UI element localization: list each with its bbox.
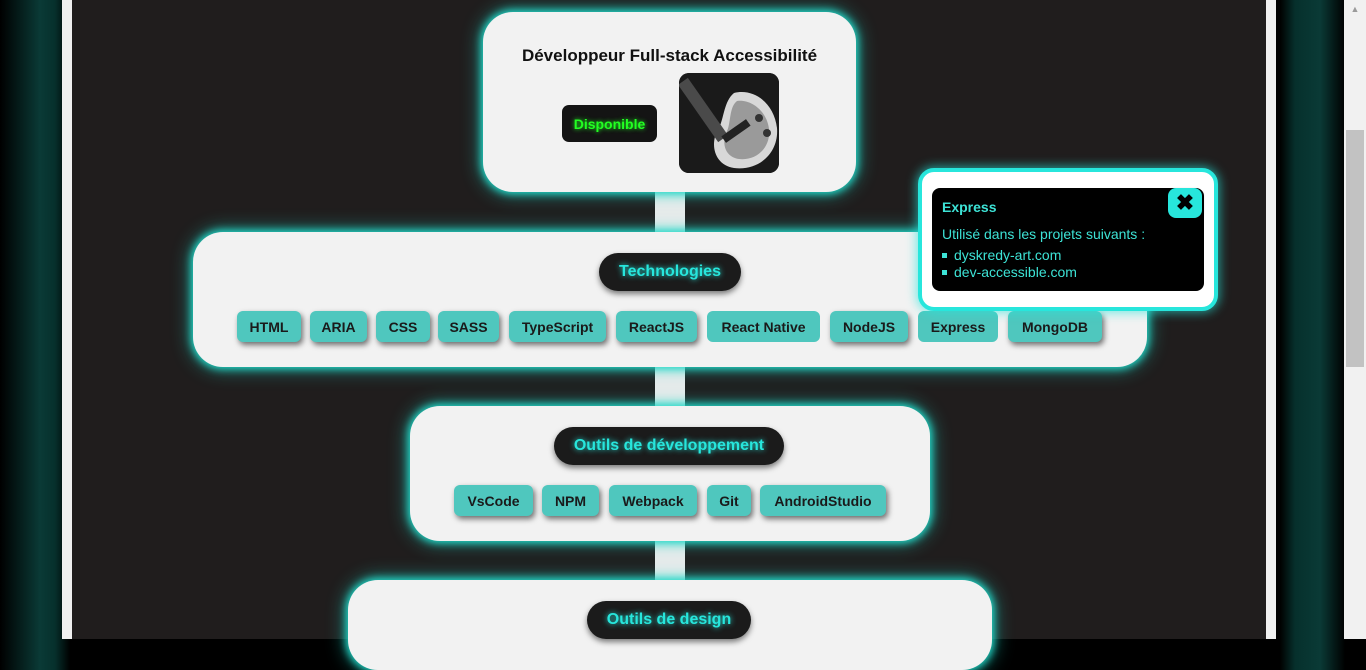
chip-mongodb[interactable]: MongoDB <box>1008 311 1102 342</box>
chip-reactjs[interactable]: ReactJS <box>616 311 697 342</box>
technologies-title: Technologies <box>599 253 741 291</box>
close-button[interactable]: ✖ <box>1168 188 1202 218</box>
chip-npm[interactable]: NPM <box>542 485 599 516</box>
tooltip-project-list: dyskredy-art.com dev-accessible.com <box>942 247 1077 281</box>
chip-html[interactable]: HTML <box>237 311 301 342</box>
connector-line <box>655 365 685 410</box>
dev-tools-title: Outils de développement <box>554 427 784 465</box>
profile-card: Développeur Full-stack Accessibilité <box>483 12 856 192</box>
connector-line <box>655 538 685 584</box>
page-frame-right <box>1266 0 1276 639</box>
chip-sass[interactable]: SASS <box>438 311 499 342</box>
scroll-up-icon[interactable]: ▲ <box>1344 0 1366 17</box>
design-tools-title: Outils de design <box>587 601 751 639</box>
chip-androidstudio[interactable]: AndroidStudio <box>760 485 886 516</box>
tooltip-title: Express <box>942 199 997 215</box>
scrollbar[interactable]: ▲ <box>1344 0 1366 639</box>
avatar <box>679 73 779 173</box>
bullet-icon <box>942 270 947 275</box>
project-link[interactable]: dyskredy-art.com <box>954 247 1061 264</box>
page-frame-left <box>62 0 72 639</box>
chip-vscode[interactable]: VsCode <box>454 485 533 516</box>
technology-tooltip: Express Utilisé dans les projets suivant… <box>918 168 1218 311</box>
guitar-icon <box>679 73 779 173</box>
chip-aria[interactable]: ARIA <box>310 311 367 342</box>
chip-webpack[interactable]: Webpack <box>609 485 697 516</box>
scrollbar-thumb[interactable] <box>1346 130 1364 367</box>
chip-express[interactable]: Express <box>918 311 998 342</box>
close-icon: ✖ <box>1175 190 1195 215</box>
chip-react-native[interactable]: React Native <box>707 311 820 342</box>
job-title: Développeur Full-stack Accessibilité <box>521 46 818 65</box>
tooltip-body: Express Utilisé dans les projets suivant… <box>932 188 1204 291</box>
list-item[interactable]: dyskredy-art.com <box>942 247 1077 264</box>
list-item[interactable]: dev-accessible.com <box>942 264 1077 281</box>
bullet-icon <box>942 253 947 258</box>
project-link[interactable]: dev-accessible.com <box>954 264 1077 281</box>
chip-git[interactable]: Git <box>707 485 751 516</box>
tooltip-description: Utilisé dans les projets suivants : <box>942 226 1146 242</box>
chip-typescript[interactable]: TypeScript <box>509 311 606 342</box>
status-badge: Disponible <box>562 105 657 142</box>
chip-css[interactable]: CSS <box>376 311 430 342</box>
chip-nodejs[interactable]: NodeJS <box>830 311 908 342</box>
